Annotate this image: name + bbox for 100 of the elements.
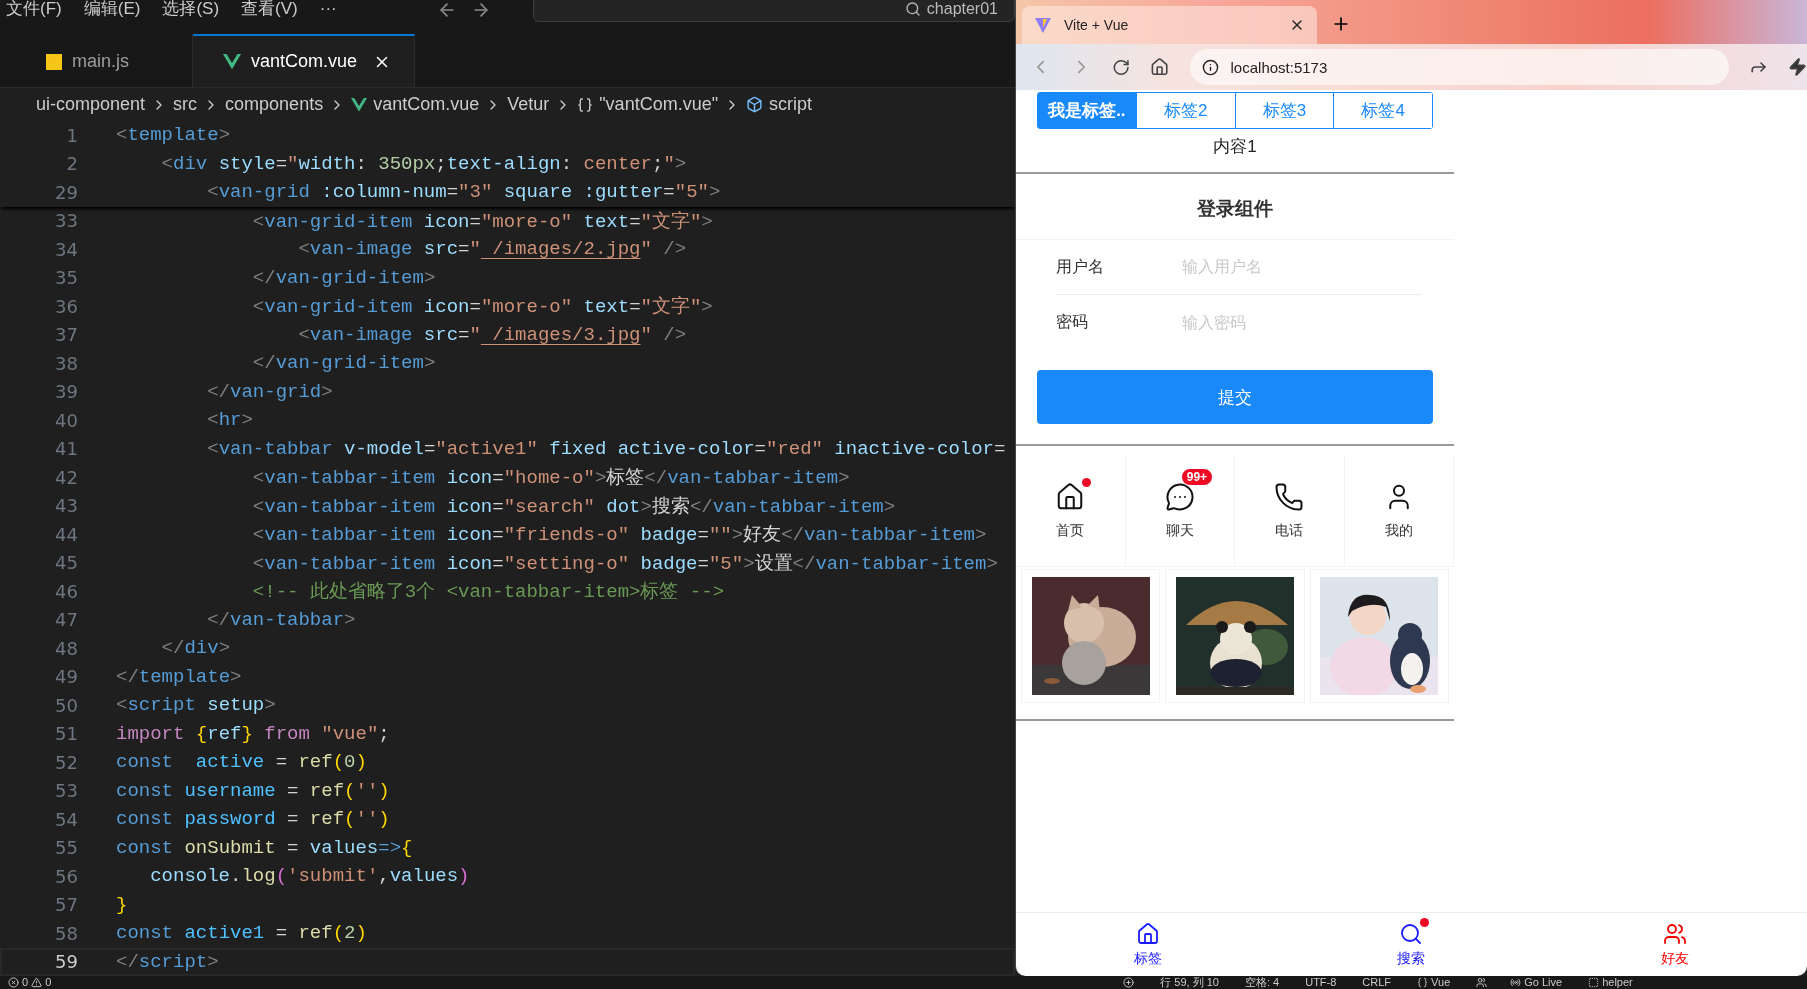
- count-badge: 99+: [1180, 468, 1214, 486]
- line-number: 40: [54, 409, 78, 431]
- cube-icon: [746, 96, 764, 113]
- status-item[interactable]: 行 59, 列 10: [1160, 976, 1219, 989]
- line-number: 47: [54, 609, 78, 631]
- search-icon: [904, 1, 921, 17]
- status-item[interactable]: CRLF: [1362, 976, 1392, 989]
- breadcrumb-item[interactable]: src: [173, 94, 198, 115]
- line-number: 59: [54, 951, 78, 973]
- breadcrumb-item[interactable]: "vantCom.vue": [577, 94, 719, 115]
- code-line: const active1 = ref(2): [116, 922, 367, 945]
- js-file-icon: [46, 53, 62, 70]
- line-number: 58: [54, 922, 78, 944]
- reload-icon[interactable]: [1112, 57, 1131, 77]
- braces-icon: [577, 96, 594, 113]
- error-icon: [8, 977, 19, 988]
- warning-count: 0: [45, 976, 52, 989]
- code-line: <template>: [116, 124, 231, 147]
- line-number: 29: [54, 181, 78, 203]
- code-line: </van-grid-item>: [251, 266, 436, 289]
- vue-file-icon: [223, 53, 241, 70]
- breadcrumb-item[interactable]: script: [746, 94, 813, 115]
- menu-item[interactable]: ···: [319, 0, 337, 18]
- tab-bar-icon: [1135, 921, 1160, 946]
- breadcrumb-item[interactable]: components: [225, 94, 324, 115]
- tab-bar-item[interactable]: 好友: [1543, 913, 1807, 976]
- home-icon[interactable]: [1150, 57, 1170, 77]
- code-line: <van-image src=" /images/2.jpg" />: [297, 238, 687, 261]
- lightning-icon[interactable]: [1787, 57, 1807, 77]
- code-line: console.log('submit',values): [149, 865, 470, 888]
- code-line: <van-image src=" /images/3.jpg" />: [297, 323, 687, 346]
- tab[interactable]: 标签4: [1333, 93, 1432, 128]
- line-number: 52: [54, 751, 78, 773]
- menu-item[interactable]: 编辑(E): [83, 0, 141, 18]
- breadcrumb-item[interactable]: Vetur: [507, 94, 550, 115]
- line-number: 57: [54, 894, 78, 916]
- people-icon[interactable]: [1476, 977, 1488, 988]
- search-text: chapter01: [926, 0, 998, 18]
- line-number: 45: [54, 552, 78, 574]
- code-line: import {ref} from "vue";: [116, 722, 390, 745]
- tab-bar-item[interactable]: 标签: [1016, 913, 1280, 976]
- menu-item[interactable]: 查看(V): [241, 0, 298, 18]
- tab[interactable]: 我是标签..: [1038, 93, 1136, 128]
- search-field[interactable]: chapter01: [532, 0, 1015, 22]
- browser-tab[interactable]: Vite + Vue: [1022, 6, 1317, 44]
- code-line: </div>: [160, 637, 231, 660]
- code-line: <div style="width: 350px;text-align: center;">: [160, 152, 687, 175]
- line-number: 54: [54, 808, 78, 830]
- line-number: 42: [54, 466, 78, 488]
- field-label: 用户名: [1056, 256, 1105, 277]
- grid-item[interactable]: 电话: [1235, 456, 1345, 567]
- code-line: const username = ref(''): [116, 779, 390, 802]
- logo-icon: [1034, 16, 1052, 34]
- line-number: 49: [54, 666, 78, 688]
- status-item[interactable]: Go Live: [1524, 976, 1563, 989]
- code-line: <hr>: [206, 409, 253, 432]
- line-number: 55: [54, 837, 78, 859]
- line-number: 43: [54, 495, 78, 517]
- tab-bar-icon: [1663, 921, 1688, 946]
- line-number: 51: [54, 723, 78, 745]
- error-count: 0: [22, 976, 29, 989]
- status-item[interactable]: helper: [1602, 976, 1633, 989]
- grid-item[interactable]: 99+ 聊天: [1125, 456, 1235, 567]
- status-item[interactable]: UTF-8: [1305, 976, 1337, 989]
- line-number: 35: [54, 267, 78, 289]
- code-line: <van-tabbar-item icon="friends-o" badge="">好友</van-tabbar-item>: [251, 523, 987, 548]
- grid-item[interactable]: 首页: [1016, 456, 1126, 567]
- menu-item[interactable]: 文件(F): [6, 0, 62, 18]
- form-title: 登录组件: [1197, 198, 1273, 219]
- zoom-icon[interactable]: [1123, 977, 1135, 988]
- code-line: <van-grid-item icon="more-o" text="文字">: [251, 295, 713, 320]
- vue-file-icon: [351, 97, 368, 112]
- submit-button[interactable]: 提交: [1037, 370, 1433, 424]
- address-bar[interactable]: localhost:5173: [1189, 49, 1729, 85]
- menu-item[interactable]: 选择(S): [162, 0, 220, 18]
- line-number: 33: [54, 210, 78, 232]
- line-number: 39: [54, 381, 78, 403]
- code-line: </van-grid-item>: [251, 352, 436, 375]
- code-line: </van-grid>: [206, 380, 333, 403]
- info-icon: [1201, 58, 1219, 76]
- line-number: 46: [54, 580, 78, 602]
- code-line: <van-tabbar v-model="active1" fixed active-color="red" inactive-color=: [206, 437, 1006, 460]
- tab-bar-item[interactable]: 搜索: [1279, 913, 1544, 976]
- grid-item[interactable]: 我的: [1344, 456, 1454, 567]
- code-line: <script setup>: [116, 694, 276, 717]
- grid-item-icon: [1164, 482, 1195, 512]
- line-number: 34: [54, 238, 78, 260]
- helper-icon: [1588, 977, 1600, 988]
- line-number: 38: [54, 352, 78, 374]
- editor-tab[interactable]: vantCom.vue: [193, 34, 415, 87]
- line-number: 41: [54, 438, 78, 460]
- breadcrumb-item[interactable]: vantCom.vue: [351, 94, 480, 115]
- status-item[interactable]: Vue: [1431, 976, 1451, 989]
- code-line: const onSubmit = values=>{: [116, 836, 413, 859]
- breadcrumb-item[interactable]: ui-component: [36, 94, 146, 115]
- line-number: 44: [54, 523, 78, 545]
- code-line: <van-grid :column-num="3" square :gutter="5">: [206, 181, 721, 204]
- code-line: const password = ref(''): [116, 808, 390, 831]
- line-number: 53: [54, 780, 78, 802]
- status-item[interactable]: 空格: 4: [1244, 976, 1280, 989]
